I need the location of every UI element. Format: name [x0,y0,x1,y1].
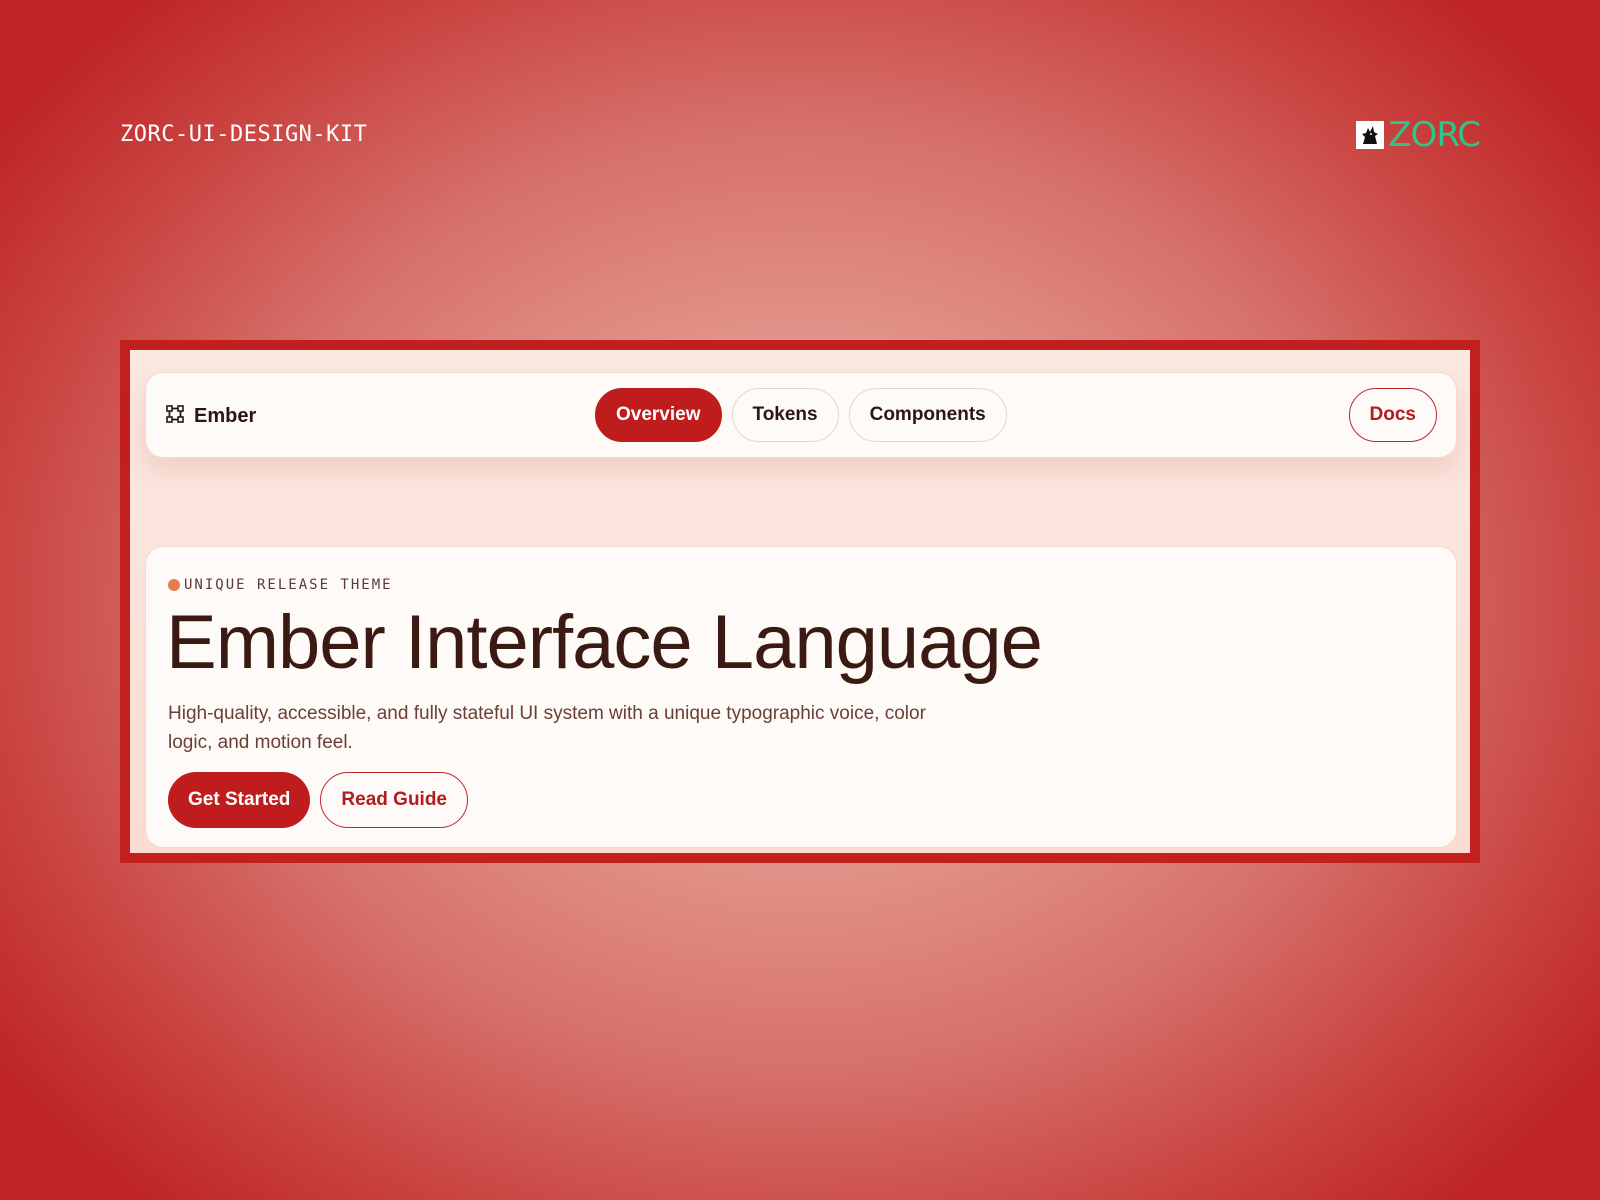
app-logo[interactable]: Ember [166,373,256,459]
hero-description: High-quality, accessible, and fully stat… [168,703,926,753]
wolf-logo-icon [1356,121,1385,149]
docs-button[interactable]: Docs [1348,388,1437,442]
get-started-button[interactable]: Get Started [168,772,311,828]
tab-tokens[interactable]: Tokens [731,388,839,442]
tab-overview[interactable]: Overview [595,388,722,442]
vector-frame-icon [166,404,184,428]
kit-label: ZORC-UI-DESIGN-KIT [120,122,368,147]
status-dot-icon [168,579,180,591]
hero-card: UNIQUE RELEASE THEME Ember Interface Lan… [145,546,1457,848]
nav-tabs: Overview Tokens Components [595,388,1007,442]
brand-wordmark: ZORC [1388,115,1481,155]
hero-title: Ember Interface Language [166,600,1043,685]
app-logo-label: Ember [194,404,257,427]
top-navbar: Ember Overview Tokens Components Docs [145,372,1457,458]
cta-row: Get Started Read Guide [168,772,468,828]
eyebrow-label: UNIQUE RELEASE THEME [184,577,393,593]
tab-components[interactable]: Components [848,388,1007,442]
brand-logo: ZORC [1356,115,1481,155]
read-guide-button[interactable]: Read Guide [320,772,468,828]
eyebrow: UNIQUE RELEASE THEME [168,577,393,593]
preview-frame: Ember Overview Tokens Components Docs UN… [120,340,1480,863]
